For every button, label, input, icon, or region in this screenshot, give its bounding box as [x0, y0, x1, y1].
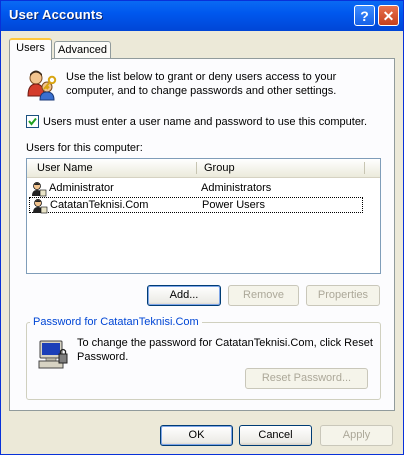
user-name-cell: CatatanTeknisi.Com: [50, 199, 149, 211]
computer-password-icon: [38, 340, 68, 369]
require-login-checkbox[interactable]: [26, 115, 39, 128]
group-cell: Power Users: [202, 199, 265, 211]
user-icon: [33, 199, 48, 214]
reset-password-button[interactable]: Reset Password...: [245, 368, 368, 389]
close-button[interactable]: ✕: [378, 5, 399, 26]
listview-header: User Name Group: [27, 159, 380, 178]
column-divider[interactable]: [364, 162, 365, 174]
password-group-title: Password for CatatanTeknisi.Com: [30, 315, 202, 329]
user-name-cell: Administrator: [49, 182, 114, 194]
table-row[interactable]: Administrator Administrators: [29, 181, 363, 197]
tab-users[interactable]: Users: [9, 38, 52, 60]
cancel-button[interactable]: Cancel: [239, 425, 312, 446]
remove-user-button[interactable]: Remove: [228, 285, 299, 306]
column-header-user-name[interactable]: User Name: [37, 159, 93, 177]
column-header-group[interactable]: Group: [204, 159, 235, 177]
window-title: User Accounts: [9, 7, 103, 22]
intro-text-line1: Use the list below to grant or deny user…: [66, 71, 337, 83]
column-divider[interactable]: [196, 162, 197, 174]
help-button[interactable]: ?: [354, 5, 375, 26]
apply-button[interactable]: Apply: [320, 425, 393, 446]
user-icon: [32, 182, 47, 197]
table-row[interactable]: CatatanTeknisi.Com Power Users: [29, 197, 363, 214]
password-text-line1: To change the password for CatatanTeknis…: [77, 337, 373, 349]
users-keys-icon: [27, 70, 57, 101]
users-list-caption: Users for this computer:: [26, 142, 143, 154]
users-listview[interactable]: User Name Group Administrator Administra…: [26, 158, 381, 274]
password-text-line2: Password.: [77, 351, 129, 363]
title-bar[interactable]: User Accounts ? ✕: [1, 1, 403, 31]
add-user-button[interactable]: Add...: [147, 285, 221, 306]
ok-button[interactable]: OK: [160, 425, 233, 446]
require-login-label[interactable]: Users must enter a user name and passwor…: [43, 115, 367, 129]
group-cell: Administrators: [201, 182, 272, 194]
tab-advanced[interactable]: Advanced: [54, 41, 111, 59]
checkmark-icon: [28, 117, 37, 126]
intro-text-line2: computer, and to change passwords and ot…: [66, 85, 337, 97]
user-accounts-dialog: User Accounts ? ✕ Users Advanced Use the…: [0, 0, 404, 455]
properties-button[interactable]: Properties: [306, 285, 380, 306]
